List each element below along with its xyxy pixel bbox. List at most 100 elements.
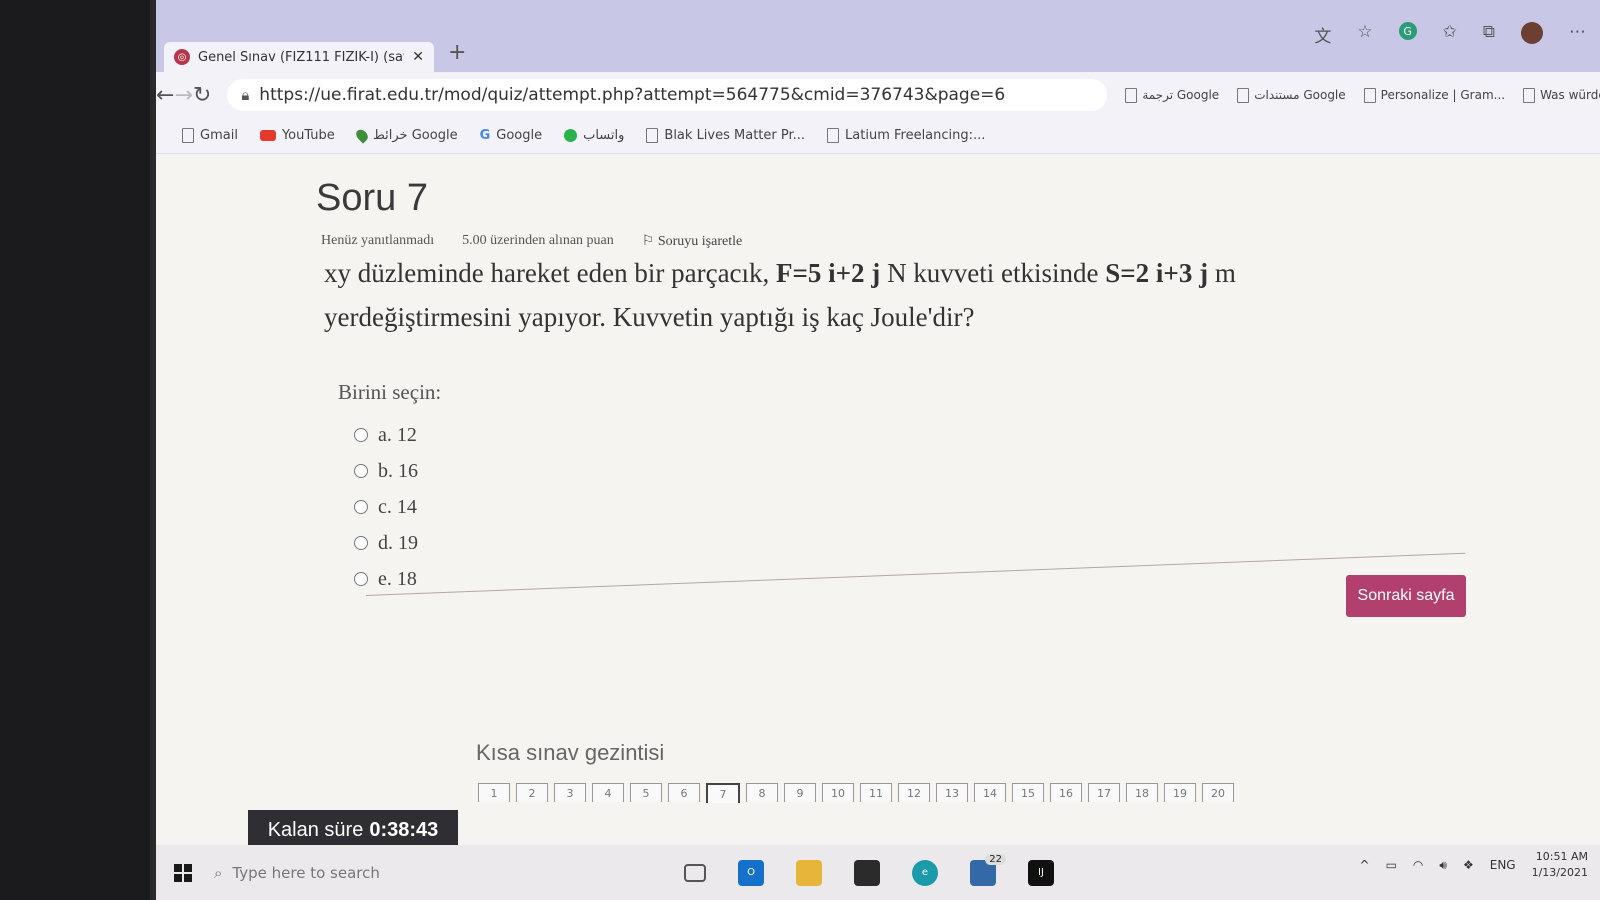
- quiz-nav-button[interactable]: 18: [1126, 783, 1158, 802]
- radio-button[interactable]: [354, 536, 368, 550]
- new-tab-button[interactable]: +: [448, 40, 466, 65]
- collections-icon[interactable]: ⧉: [1483, 22, 1495, 47]
- quiz-nav-button[interactable]: 8: [746, 783, 778, 802]
- outlook-icon[interactable]: O: [738, 859, 764, 886]
- refresh-icon[interactable]: ↻: [193, 83, 211, 108]
- bookmark-google[interactable]: G Google: [480, 128, 543, 143]
- page-icon: [1237, 87, 1250, 103]
- quiz-nav-button[interactable]: 5: [630, 783, 662, 802]
- quiz-nav-button[interactable]: 15: [1012, 783, 1044, 802]
- radio-button[interactable]: [354, 572, 368, 586]
- quiz-nav-button[interactable]: 6: [668, 783, 700, 802]
- battery-icon[interactable]: ▭: [1386, 858, 1397, 872]
- clock[interactable]: 10:51 AM 1/13/2021: [1532, 849, 1588, 881]
- next-page-button[interactable]: Sonraki sayfa: [1346, 575, 1466, 617]
- option-a[interactable]: a. 12: [354, 417, 418, 453]
- bookmark-latium[interactable]: Latium Freelancing:...: [827, 128, 985, 143]
- mail-icon[interactable]: 22: [970, 853, 1006, 886]
- quiz-nav-button[interactable]: 10: [822, 783, 854, 802]
- bookmarks-overflow: ترجمة Google مستندات Google Personalize …: [1125, 87, 1600, 103]
- quiz-nav-button[interactable]: 13: [936, 783, 968, 802]
- close-tab-icon[interactable]: ✕: [412, 49, 424, 65]
- page-icon: [182, 128, 194, 143]
- bookmark-blm[interactable]: Blak Lives Matter Pr...: [646, 128, 805, 143]
- profile-avatar-icon[interactable]: [1521, 22, 1543, 44]
- quiz-nav-button[interactable]: 20: [1202, 783, 1234, 802]
- page-icon: [646, 128, 659, 143]
- answer-options: a. 12 b. 16 c. 14 d. 19 e. 18: [354, 417, 418, 597]
- address-bar[interactable]: 🔒︎ https://ue.firat.edu.tr/mod/quiz/atte…: [227, 79, 1108, 111]
- bookmark-youtube[interactable]: YouTube: [259, 128, 335, 143]
- quiz-nav-button[interactable]: 12: [898, 783, 930, 802]
- quiz-navigation: 1 2 3 4 5 6 7 8 9 10 11 12 13 14 15 16 17 18 19 20: [478, 783, 1234, 803]
- quiz-nav-button[interactable]: 2: [516, 783, 548, 802]
- option-c[interactable]: c. 14: [354, 489, 418, 525]
- favorites-icon[interactable]: ✩: [1443, 22, 1457, 47]
- quiz-nav-button[interactable]: 9: [784, 783, 816, 802]
- flag-icon: ⚐: [641, 234, 658, 249]
- question-text-part: N kuvveti etkisinde: [880, 258, 1106, 288]
- wifi-icon[interactable]: ◠: [1413, 858, 1423, 872]
- quiz-nav-button[interactable]: 17: [1088, 783, 1120, 802]
- grammarly-icon[interactable]: G: [1398, 22, 1417, 40]
- mail-badge: 22: [985, 853, 1006, 865]
- quiz-navigation-title: Kısa sınav gezintisi: [476, 740, 665, 765]
- option-b[interactable]: b. 16: [354, 453, 418, 489]
- star-icon[interactable]: ☆: [1357, 22, 1372, 47]
- store-icon[interactable]: [854, 859, 880, 886]
- bookmark-whatsapp[interactable]: واتساب: [564, 128, 624, 143]
- taskbar-search[interactable]: ⌕ Type here to search: [214, 864, 554, 882]
- bookmark-grammarly[interactable]: Personalize | Gram...: [1363, 87, 1505, 103]
- quiz-nav-button[interactable]: 7: [706, 783, 740, 803]
- tab-strip: ◎ Genel Sınav (FİZ111 FİZİK-I) (say ✕ + …: [156, 0, 1600, 72]
- windows-taskbar: ⌕ Type here to search O e 22 IJ ^ ▭ ◠ 🔊︎…: [156, 845, 1600, 900]
- map-pin-icon: [353, 127, 370, 144]
- radio-button[interactable]: [354, 500, 368, 514]
- file-explorer-icon[interactable]: [796, 859, 822, 886]
- question-meta: Henüz yanıtlanmadı 5.00 üzerinden alınan…: [321, 233, 742, 250]
- quiz-nav-button[interactable]: 14: [974, 783, 1006, 802]
- radio-button[interactable]: [354, 464, 368, 478]
- clock-date: 1/13/2021: [1531, 866, 1588, 879]
- search-placeholder: Type here to search: [232, 863, 380, 882]
- quiz-nav-button[interactable]: 19: [1164, 783, 1196, 802]
- intellij-icon[interactable]: IJ: [1028, 859, 1054, 886]
- page-icon: [1125, 87, 1138, 103]
- bookmark-google-docs[interactable]: مستندات Google: [1237, 87, 1346, 103]
- quiz-nav-button[interactable]: 16: [1050, 783, 1082, 802]
- windows-start-icon[interactable]: [174, 863, 192, 882]
- radio-button[interactable]: [354, 428, 368, 442]
- browser-tab[interactable]: ◎ Genel Sınav (FİZ111 FİZİK-I) (say ✕: [164, 42, 434, 72]
- quiz-page: Soru 7 Henüz yanıtlanmadı 5.00 üzerinden…: [156, 155, 1600, 900]
- flag-question-link[interactable]: ⚐ Soruyu işaretle: [642, 233, 742, 250]
- tab-title: Genel Sınav (FİZ111 FİZİK-I) (say: [198, 49, 405, 65]
- dropbox-icon[interactable]: ❖: [1463, 858, 1474, 872]
- forward-arrow-icon[interactable]: →: [174, 83, 192, 108]
- language-indicator[interactable]: ENG: [1490, 858, 1516, 872]
- volume-icon[interactable]: 🔊︎: [1439, 858, 1447, 873]
- url-text[interactable]: https://ue.firat.edu.tr/mod/quiz/attempt…: [259, 85, 1005, 105]
- youtube-icon: [259, 130, 276, 141]
- back-arrow-icon[interactable]: ←: [156, 83, 174, 108]
- task-view-icon[interactable]: [684, 863, 706, 882]
- option-e[interactable]: e. 18: [354, 561, 418, 597]
- quiz-nav-button[interactable]: 11: [860, 783, 892, 802]
- quiz-nav-button[interactable]: 3: [554, 783, 586, 802]
- bookmark-google-maps[interactable]: خرائط Google: [353, 127, 458, 144]
- chevron-up-icon[interactable]: ^: [1360, 858, 1370, 872]
- site-favicon-icon: ◎: [174, 49, 190, 65]
- edge-browser-icon[interactable]: e: [912, 859, 938, 886]
- bookmark-gmail[interactable]: Gmail: [182, 128, 238, 143]
- bookmark-google-translate[interactable]: ترجمة Google: [1125, 87, 1219, 103]
- quiz-nav-button[interactable]: 1: [478, 783, 510, 802]
- quiz-nav-button[interactable]: 4: [592, 783, 624, 802]
- system-tray: ^ ▭ ◠ 🔊︎ ❖ ENG 10:51 AM 1/13/2021: [1360, 849, 1588, 881]
- question-points: 5.00 üzerinden alınan puan: [462, 233, 614, 248]
- translate-icon[interactable]: 文: [1314, 22, 1331, 47]
- option-d[interactable]: d. 19: [354, 525, 418, 561]
- choose-label: Birini seçin:: [338, 380, 442, 404]
- bookmark-was-wurdest[interactable]: Was würdest du ge...: [1523, 87, 1600, 103]
- google-icon: G: [479, 128, 491, 143]
- more-menu-icon[interactable]: ⋯: [1569, 22, 1586, 47]
- bookmarks-bar: Gmail YouTube خرائط Google G Google واتسا…: [156, 118, 1600, 154]
